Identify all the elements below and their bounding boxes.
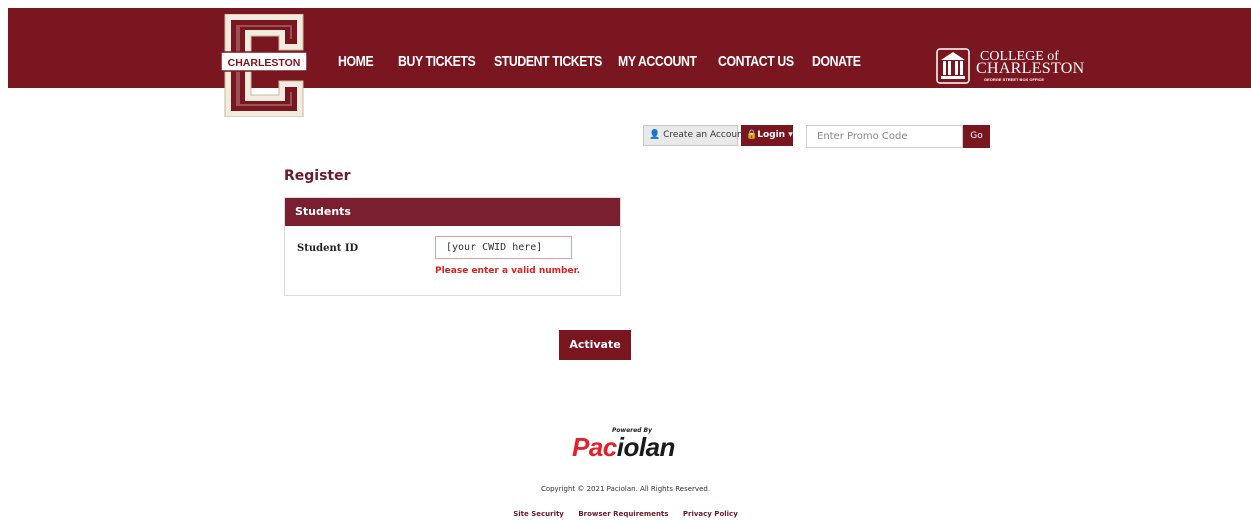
college-of-charleston-logo[interactable]: COLLEGE of CHARLESTON GEORGE STREET BOX … <box>936 46 1084 86</box>
footer-links: Site Security Browser Requirements Priva… <box>0 510 1251 518</box>
paciolan-logo-part2: iolan <box>616 432 676 462</box>
promo-go-button[interactable]: Go <box>963 125 990 148</box>
nav-buy-tickets[interactable]: BUY TICKETS <box>398 53 476 70</box>
lock-icon: 🔒 <box>746 130 758 140</box>
students-panel: Students Student ID Please enter a valid… <box>284 197 621 296</box>
copyright-text: Copyright © 2021 Paciolan. All Rights Re… <box>540 485 711 493</box>
nav-donate[interactable]: DONATE <box>812 53 861 70</box>
activate-button[interactable]: Activate <box>559 330 631 360</box>
logo-wordmark: CHARLESTON <box>228 57 301 69</box>
nav-home[interactable]: HOME <box>338 53 374 70</box>
promo-code-input[interactable] <box>806 125 963 148</box>
page-title: Register <box>284 168 351 184</box>
caret-down-icon: ▾ <box>788 130 793 140</box>
privacy-policy-link[interactable]: Privacy Policy <box>683 510 738 518</box>
site-header: HOME BUY TICKETS STUDENT TICKETS MY ACCO… <box>8 8 1251 88</box>
paciolan-logo-part1: Pac <box>572 432 617 462</box>
create-account-button[interactable]: 👤 Create an Account <box>643 125 746 146</box>
student-id-input[interactable] <box>435 236 572 259</box>
partner-logo-line2: CHARLESTON <box>976 60 1085 77</box>
panel-title: Students <box>285 198 620 226</box>
login-button[interactable]: 🔒Login ▾ <box>741 125 793 146</box>
user-icon: 👤 <box>649 130 661 140</box>
login-label: Login <box>757 130 786 140</box>
browser-requirements-link[interactable]: Browser Requirements <box>578 510 668 518</box>
nav-my-account[interactable]: MY ACCOUNT <box>618 53 697 70</box>
paciolan-logo[interactable]: Paciolan <box>572 432 675 463</box>
nav-contact-us[interactable]: CONTACT US <box>718 53 794 70</box>
student-id-label: Student ID <box>297 243 359 254</box>
create-account-label: Create an Account <box>663 130 747 140</box>
college-seal-icon <box>936 48 970 84</box>
partner-logo-line3: GEORGE STREET BOX OFFICE <box>984 77 1045 82</box>
validation-error: Please enter a valid number. <box>435 266 581 276</box>
site-security-link[interactable]: Site Security <box>513 510 564 518</box>
nav-student-tickets[interactable]: STUDENT TICKETS <box>494 53 602 70</box>
charleston-c-logo[interactable]: CHARLESTON <box>221 14 307 117</box>
